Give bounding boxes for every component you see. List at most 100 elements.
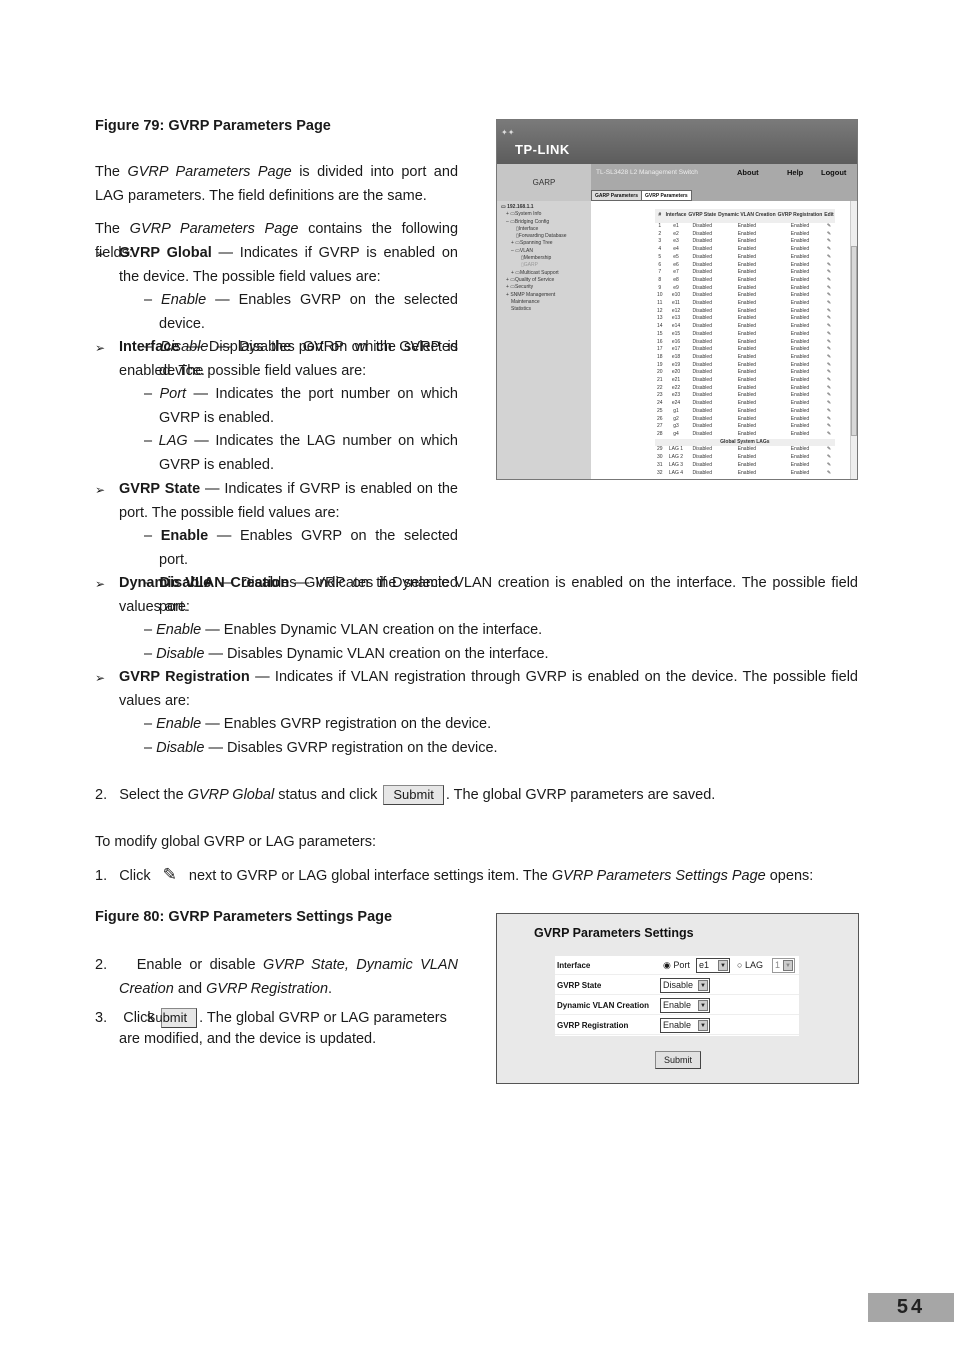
tree-item-label: GARP (523, 262, 538, 269)
edit-pencil-icon[interactable]: ✎ (823, 400, 834, 408)
edit-pencil-icon[interactable]: ✎ (823, 423, 834, 431)
edit-pencil-icon[interactable]: ✎ (823, 331, 834, 339)
edit-pencil-icon[interactable]: ✎ (823, 462, 834, 470)
text: The (95, 221, 130, 237)
option-desc: — Enables Dynamic VLAN creation on the i… (201, 622, 543, 639)
table-cell: 26 (657, 415, 663, 422)
gvrp-registration-select[interactable]: Enable ▼ (660, 1018, 710, 1033)
submit-button[interactable]: Submit (655, 1051, 701, 1069)
table-cell: 16 (657, 338, 663, 345)
edit-pencil-icon[interactable]: ✎ (823, 339, 834, 347)
logout-link[interactable]: Logout (821, 168, 846, 177)
table-cell: Disabled (692, 346, 712, 353)
table-cell: Enabled (737, 384, 757, 391)
tree-item[interactable]: + ▭Spanning Tree (501, 240, 587, 247)
edit-pencil-icon[interactable]: ✎ (823, 408, 834, 416)
table-cell: e20 (671, 369, 681, 376)
tree-item[interactable]: + ▭Security (501, 284, 587, 291)
tree-item[interactable]: ▯Forwarding Database (501, 233, 587, 240)
tree-item[interactable]: ▯GARP (501, 262, 587, 269)
table-cell: Enabled (737, 415, 757, 422)
tab-garp-parameters[interactable]: GARP Parameters (591, 190, 642, 201)
tree-item[interactable]: + SNMP Management (501, 292, 587, 299)
lag-radio[interactable]: ○ LAG (737, 960, 763, 970)
edit-pencil-icon[interactable]: ✎ (823, 300, 834, 308)
settings-title: GVRP Parameters Settings (534, 926, 694, 940)
scrollbar-thumb[interactable] (851, 246, 857, 436)
tree-item[interactable]: – ▭VLAN (501, 248, 587, 255)
dynamic-vlan-select[interactable]: Enable ▼ (660, 998, 710, 1013)
tree-item[interactable]: Maintenance (501, 299, 587, 306)
edit-pencil-icon[interactable]: ✎ (823, 262, 834, 270)
edit-pencil-icon[interactable]: ✎ (823, 454, 834, 462)
gvrp-state-select[interactable]: Disable ▼ (660, 978, 710, 993)
select-value: Enable (663, 1020, 692, 1030)
lag-select[interactable]: 1 ▼ (772, 958, 795, 973)
edit-pencil-icon[interactable]: ✎ (823, 269, 834, 277)
edit-pencil-icon[interactable]: ✎ (823, 254, 834, 262)
field-gvrp-registration: GVRP Registration — Indicates if VLAN re… (119, 666, 858, 760)
option-term: Enable (156, 622, 202, 639)
bullet-arrow-icon: ➢ (95, 483, 106, 497)
table-row: 24 e24 Disabled Enabled Enabled ✎ (655, 400, 835, 408)
port-select[interactable]: e1 ▼ (696, 958, 730, 973)
edit-pencil-icon[interactable]: ✎ (823, 315, 834, 323)
step-2-enable: 2. Enable or disable GVRP State, Dynamic… (95, 954, 458, 1001)
text-italic: GVRP Parameters Page (129, 221, 299, 237)
table-cell: g4 (673, 430, 679, 437)
table-cell: Disabled (692, 292, 712, 299)
edit-pencil-icon[interactable]: ✎ (823, 362, 834, 370)
edit-pencil-icon[interactable]: ✎ (823, 277, 834, 285)
edit-pencil-icon[interactable]: ✎ (823, 385, 834, 393)
edit-pencil-icon[interactable]: ✎ (823, 470, 834, 478)
edit-pencil-icon[interactable]: ✎ (823, 354, 834, 362)
settings-form: Interface ◉ Port e1 ▼ ○ LAG 1 ▼ GVRP State… (555, 956, 799, 1036)
edit-pencil-icon[interactable]: ✎ (823, 308, 834, 316)
table-cell: Enabled (737, 377, 757, 384)
table-cell: Disabled (692, 430, 712, 437)
tree-item[interactable]: + ▭Quality of Service (501, 277, 587, 284)
edit-pencil-icon[interactable]: ✎ (823, 238, 834, 246)
table-cell: 12 (657, 307, 663, 314)
table-cell: Enabled (737, 469, 757, 476)
column-header: # (655, 209, 665, 223)
edit-pencil-icon[interactable]: ✎ (823, 392, 834, 400)
edit-pencil-icon[interactable]: ✎ (823, 223, 834, 231)
edit-pencil-icon[interactable]: ✎ (823, 416, 834, 424)
tree-item[interactable]: ▯Membership (501, 255, 587, 262)
tree-item[interactable]: + ▭System Info (501, 211, 587, 218)
edit-pencil-icon[interactable]: ✎ (823, 292, 834, 300)
about-link[interactable]: About (737, 168, 759, 177)
bullet-arrow-icon: ➢ (95, 671, 106, 685)
scrollbar[interactable] (850, 201, 857, 479)
edit-pencil-icon[interactable]: ✎ (823, 246, 834, 254)
edit-pencil-icon[interactable]: ✎ (823, 431, 834, 439)
tab-gvrp-parameters[interactable]: GVRP Parameters (641, 190, 692, 201)
field-term: GVRP State (119, 481, 201, 497)
tree-item[interactable]: Statistics (501, 306, 587, 313)
tree-item[interactable]: ▯Interface (501, 226, 587, 233)
table-cell: Disabled (692, 469, 712, 476)
edit-pencil-icon[interactable]: ✎ (823, 446, 834, 454)
edit-pencil-icon[interactable]: ✎ (823, 346, 834, 354)
tree-item[interactable]: ▭ 192.168.1.1 (501, 204, 587, 211)
table-cell: e6 (673, 261, 679, 268)
edit-pencil-icon[interactable]: ✎ (823, 377, 834, 385)
text-italic: GVRP Parameters Page (127, 164, 292, 180)
edit-pencil-icon[interactable]: ✎ (823, 285, 834, 293)
table-cell: LAG 4 (668, 469, 684, 476)
table-cell: LAG 2 (668, 454, 684, 461)
gvrp-registration-label: GVRP Registration (557, 1021, 629, 1030)
help-link[interactable]: Help (787, 168, 803, 177)
table-cell: Enabled (790, 238, 810, 245)
text-italic: GVRP Global (187, 787, 275, 803)
edit-pencil-icon[interactable]: ✎ (823, 231, 834, 239)
tree-item[interactable]: + ▭Multicast Support (501, 270, 587, 277)
tree-item[interactable]: – ▭Bridging Config (501, 219, 587, 226)
edit-pencil-icon[interactable]: ✎ (823, 323, 834, 331)
port-radio[interactable]: ◉ Port (663, 960, 690, 971)
table-cell: Enabled (790, 230, 810, 237)
content-area: # Interface GVRP State Dynamic VLAN Creatio… (591, 201, 857, 479)
edit-pencil-icon[interactable]: ✎ (823, 369, 834, 377)
table-cell: Enabled (737, 276, 757, 283)
